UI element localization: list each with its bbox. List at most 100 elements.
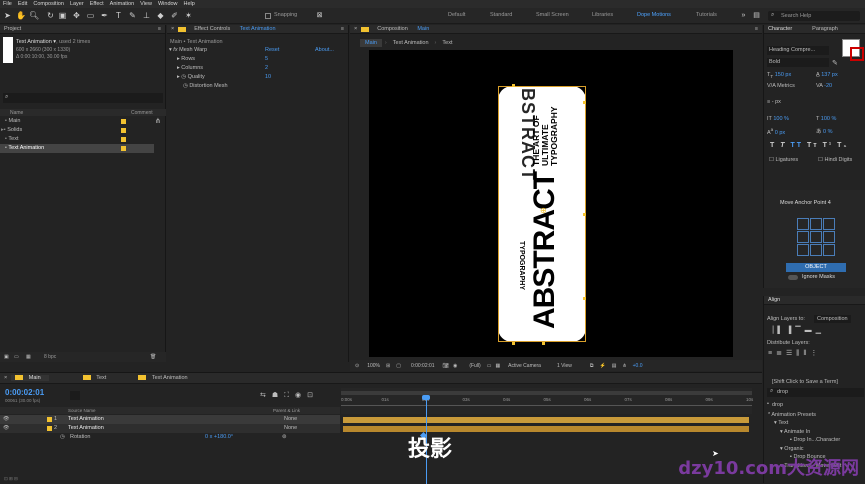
prop-columns[interactable]: ▸ Columns2 [167,64,349,73]
property-rotation[interactable]: ◷ Rotation 0 x +180.0° ⊚ [0,433,340,442]
tab-effect-controls[interactable]: Effect Controls Text Animation [186,26,283,32]
roto-brush-tool-icon[interactable]: ✐ [170,10,179,21]
bpc-label[interactable]: 8 bpc [44,354,56,360]
project-search-input[interactable]: ⌕ [3,93,163,103]
kerning-field[interactable]: V/A Metrics [767,83,795,89]
eyedropper-icon[interactable]: ✎ [832,59,838,67]
anchor-cell[interactable] [810,244,822,256]
panel-menu-icon[interactable]: ≡ [751,26,762,32]
stopwatch-icon[interactable]: ◷ [60,433,65,442]
tab-align[interactable]: Align [764,297,784,303]
project-selected-name[interactable]: Text Animation ▾ [16,39,56,45]
effects-search-input[interactable]: drop [767,388,864,397]
visibility-icon[interactable]: 👁︎ [3,424,9,433]
close-icon[interactable]: × [0,375,11,381]
parent-select[interactable]: None [284,424,297,433]
workspace-libraries[interactable]: Libraries [592,12,613,18]
workspace-standard[interactable]: Standard [490,12,512,18]
flowchart-icon[interactable]: ⋔ [155,117,161,125]
rectangle-tool-icon[interactable]: ▭ [86,10,95,21]
mesh-handle[interactable] [512,84,515,87]
mesh-handle[interactable] [512,342,515,345]
prop-columns-value[interactable]: 2 [265,64,268,73]
panel-menu-icon[interactable]: ≡ [154,26,165,32]
anchor-cell[interactable] [797,231,809,243]
time-ruler[interactable]: 0:00s01s02s03s04s05s06s07s08s09s10s [341,388,752,414]
distribute-buttons[interactable]: ≡≣☰⫼⫴⋮ [768,349,821,358]
prop-rows-value[interactable]: 5 [265,55,268,64]
timeline-icon[interactable]: ▤ [612,363,617,369]
anchor-point-icon[interactable]: ⊕ [540,206,547,215]
menu-file[interactable]: File [0,1,15,7]
lock-icon[interactable] [178,27,186,32]
tab-text[interactable]: Text [79,375,115,381]
snapping-checkbox[interactable] [265,13,271,19]
layer-bar-2[interactable] [343,426,749,432]
eraser-tool-icon[interactable]: ◆ [156,10,165,21]
layer-row-1[interactable]: 👁︎ 1 Text Animation None [0,415,340,424]
show-channel-icon[interactable]: ◉ [453,363,457,369]
menu-animation[interactable]: Animation [107,1,137,7]
tab-main[interactable]: Main [11,375,48,381]
puppet-tool-icon[interactable]: ✶ [184,10,193,21]
layer-name[interactable]: Text Animation [68,415,104,424]
camera-tool-icon[interactable]: ▣ [58,10,67,21]
grid-icon[interactable]: ⊞ [386,363,390,369]
label-color-chip[interactable] [121,137,126,142]
anchor-cell[interactable] [823,218,835,230]
lock-icon[interactable] [361,27,369,32]
workspace-menu-icon[interactable]: » [739,10,748,21]
tab-character[interactable]: Character [764,26,796,32]
transparency-grid-icon[interactable]: ▦ [495,363,500,369]
menu-layer[interactable]: Layer [67,1,87,7]
fast-preview-icon[interactable]: ⚡ [599,363,605,369]
tree-organic[interactable]: ▾ Organic [780,445,841,454]
snap-option-icon[interactable]: ⊠ [315,10,324,21]
anchor-cell[interactable] [823,231,835,243]
tab-project[interactable]: Project [0,26,25,32]
layer-row-2[interactable]: 👁︎ 2 Text Animation None [0,424,340,433]
tree-animate-in[interactable]: ▾ Animate In [780,428,841,437]
new-comp-icon[interactable]: ▦ [26,354,31,360]
menu-window[interactable]: Window [155,1,181,7]
stroke-color-swatch[interactable] [850,47,864,61]
menu-edit[interactable]: Edit [15,1,30,7]
anchor-cell[interactable] [823,244,835,256]
zoom-tool-icon[interactable]: 🔍︎ [29,10,38,21]
menu-help[interactable]: Help [181,1,198,7]
layer-bar-1[interactable] [343,417,749,423]
font-style-select[interactable]: Bold [767,58,829,67]
delete-icon[interactable]: 🗑︎ [150,354,156,360]
brush-tool-icon[interactable]: ✎ [128,10,137,21]
menu-view[interactable]: View [137,1,155,7]
anchor-cell[interactable] [797,218,809,230]
workspace-tutorials[interactable]: Tutorials [696,12,717,18]
hand-tool-icon[interactable]: ✋ [16,10,25,21]
timeline-timecode[interactable]: 0:00:02:01 [5,388,44,397]
pickwhip-icon[interactable]: ⊚ [282,433,287,442]
resolution-select[interactable]: (Full) [469,363,480,369]
menu-effect[interactable]: Effect [87,1,107,7]
project-item-main[interactable]: ▪ Main [0,117,160,126]
prop-quality-value[interactable]: 10 [265,73,271,82]
crumb-text-animation[interactable]: Text Animation [390,39,432,47]
mesh-handle[interactable] [583,297,586,300]
view-layout-select[interactable]: 1 View [557,363,572,369]
label-color-chip[interactable] [121,146,126,151]
ignore-masks-toggle[interactable] [788,275,798,280]
selection-tool-icon[interactable]: ➤ [3,10,12,21]
project-item-text[interactable]: ▪ Text [0,135,160,144]
hindi-digits-checkbox[interactable]: ☐ Hindi Digits [818,157,852,163]
vertical-scale-field[interactable]: IT 100 % [767,116,789,122]
always-preview-icon[interactable]: ⊙ [355,363,359,369]
tracking-field[interactable]: VA -20 [816,83,832,89]
prop-rows[interactable]: ▸ Rows5 [167,55,349,64]
font-size-field[interactable]: TT 150 px [767,72,791,79]
anchor-cell[interactable] [810,218,822,230]
panel-menu-icon[interactable]: ≡ [337,26,348,32]
col-source-name[interactable]: Source Name [68,408,96,413]
pen-tool-icon[interactable]: ✒ [100,10,109,21]
align-buttons[interactable]: ▕▌▐▔▬▁ [768,326,825,334]
clone-stamp-tool-icon[interactable]: ⊥ [142,10,151,21]
workspace-default[interactable]: Default [448,12,465,18]
